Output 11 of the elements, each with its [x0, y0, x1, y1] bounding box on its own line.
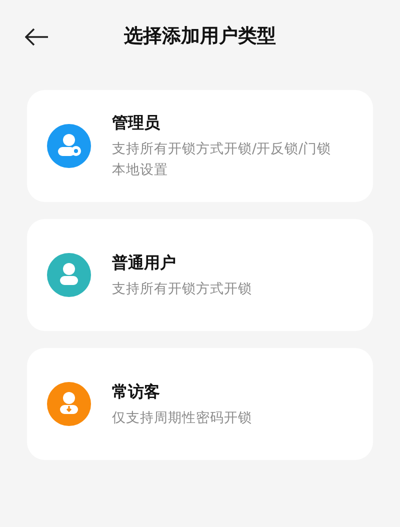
type-description: 支持所有开锁方式开锁	[112, 280, 252, 298]
page-title: 选择添加用户类型	[124, 24, 276, 49]
type-description: 仅支持周期性密码开锁	[112, 408, 252, 428]
back-arrow-icon	[25, 28, 49, 46]
user-type-card[interactable]: 管理员 支持所有开锁方式开锁/开反锁/门锁本地设置	[27, 90, 373, 202]
type-title: 常访客	[112, 380, 161, 402]
type-description: 支持所有开锁方式开锁/开反锁/门锁本地设置	[112, 140, 332, 180]
user-type-card[interactable]: 常访客 仅支持周期性密码开锁	[27, 348, 373, 460]
user-type-card[interactable]: 普通用户 支持所有开锁方式开锁	[27, 219, 373, 331]
type-title: 管理员	[112, 112, 161, 134]
type-title: 普通用户	[112, 252, 177, 274]
